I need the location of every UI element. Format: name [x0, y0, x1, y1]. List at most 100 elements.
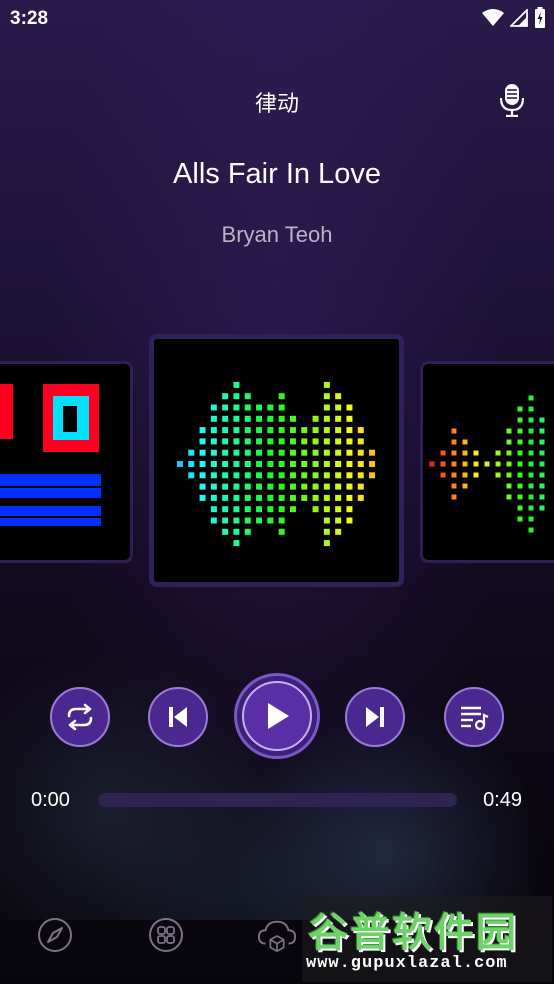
equalizer-dot: [256, 517, 263, 524]
equalizer-dot: [312, 483, 319, 490]
equalizer-dot: [346, 415, 353, 422]
equalizer-dot: [222, 494, 229, 501]
equalizer-dot: [323, 483, 330, 490]
progress-row: 0:00 0:49: [0, 785, 554, 815]
equalizer-dot: [233, 415, 240, 422]
equalizer-dot: [539, 461, 545, 467]
equalizer-dot: [495, 461, 501, 467]
equalizer-dot: [267, 483, 274, 490]
equalizer-dot: [244, 461, 251, 467]
equalizer-dot: [335, 449, 342, 456]
equalizer-dot: [233, 506, 240, 513]
visualizer-card-previous[interactable]: [0, 361, 133, 563]
equalizer-dot: [267, 438, 274, 445]
equalizer-dot: [369, 449, 376, 456]
equalizer-dot: [278, 415, 285, 422]
equalizer-dot: [473, 472, 479, 478]
equalizer-dot: [210, 404, 217, 411]
cloud-box-icon: [257, 920, 297, 953]
equalizer-dot: [312, 427, 319, 434]
equalizer-dot: [256, 472, 263, 479]
equalizer-dot: [462, 450, 468, 456]
equalizer-dot: [233, 494, 240, 501]
equalizer-dot: [323, 472, 330, 479]
equalizer-dot: [244, 483, 251, 490]
playlist-button[interactable]: [444, 687, 504, 747]
visualizer-card-next[interactable]: [420, 361, 554, 563]
equalizer-dot: [233, 528, 240, 535]
previous-button[interactable]: [148, 687, 208, 747]
equalizer-dot: [517, 505, 523, 511]
nav-library[interactable]: [146, 915, 186, 955]
current-time: 0:00: [31, 789, 70, 811]
equalizer-dot: [528, 428, 534, 434]
equalizer-dot: [278, 483, 285, 490]
equalizer-dot: [210, 472, 217, 479]
equalizer-dot: [301, 427, 308, 434]
equalizer-dot: [233, 540, 240, 547]
equalizer-dot: [222, 528, 229, 535]
equalizer-dot: [256, 404, 263, 411]
equalizer-dot: [289, 415, 296, 422]
equalizer-dot: [462, 483, 468, 489]
equalizer-dot: [233, 404, 240, 411]
repeat-button[interactable]: [50, 687, 110, 747]
equalizer-dot: [517, 461, 523, 467]
equalizer-dot: [312, 438, 319, 445]
equalizer-dot: [323, 517, 330, 524]
equalizer-dot: [323, 427, 330, 434]
progress-slider[interactable]: [98, 793, 457, 807]
equalizer-dot: [278, 528, 285, 535]
equalizer-dot: [517, 439, 523, 445]
equalizer-dot: [210, 461, 217, 467]
microphone-icon[interactable]: [498, 83, 526, 118]
equalizer-dot: [188, 472, 195, 479]
equalizer-dot: [528, 450, 534, 456]
equalizer-dot: [256, 494, 263, 501]
equalizer-dot: [539, 483, 545, 489]
equalizer-dot: [222, 393, 229, 400]
equalizer-dot: [528, 516, 534, 522]
equalizer-dot: [210, 494, 217, 501]
equalizer-dot: [528, 527, 534, 533]
equalizer-dot: [495, 472, 501, 478]
equalizer-dot: [278, 438, 285, 445]
equalizer-dot: [335, 472, 342, 479]
equalizer-dot: [335, 427, 342, 434]
equalizer-dot: [312, 472, 319, 479]
equalizer-dot: [278, 494, 285, 501]
equalizer-dot: [199, 483, 206, 490]
visualizer-card-current[interactable]: [149, 334, 404, 587]
equalizer-dot: [495, 450, 501, 456]
equalizer-dot: [346, 483, 353, 490]
equalizer-dot: [517, 450, 523, 456]
equalizer-dot: [222, 438, 229, 445]
equalizer-dot: [539, 505, 545, 511]
equalizer-dot: [256, 449, 263, 456]
equalizer-dot: [335, 438, 342, 445]
equalizer-dot: [301, 472, 308, 479]
equalizer-dot: [256, 415, 263, 422]
status-icons: [482, 6, 546, 30]
player-controls: [0, 673, 554, 760]
equalizer-dot: [278, 472, 285, 479]
equalizer-dot: [244, 472, 251, 479]
nav-cloud[interactable]: [257, 915, 297, 955]
nav-discover[interactable]: [35, 915, 75, 955]
equalizer-dot: [506, 450, 512, 456]
equalizer-dot: [506, 472, 512, 478]
equalizer-dot: [244, 494, 251, 501]
equalizer-dot: [312, 494, 319, 501]
equalizer-dot: [506, 439, 512, 445]
equalizer-dot: [199, 494, 206, 501]
equalizer-dot: [357, 449, 364, 456]
equalizer-dot: [440, 472, 446, 478]
next-button[interactable]: [345, 687, 405, 747]
equalizer-dot: [244, 393, 251, 400]
equalizer-dot: [323, 506, 330, 513]
equalizer-dot: [267, 517, 274, 524]
play-button[interactable]: [234, 673, 320, 759]
equalizer-dot: [256, 483, 263, 490]
equalizer-dot: [528, 406, 534, 412]
skip-previous-icon: [169, 707, 187, 727]
